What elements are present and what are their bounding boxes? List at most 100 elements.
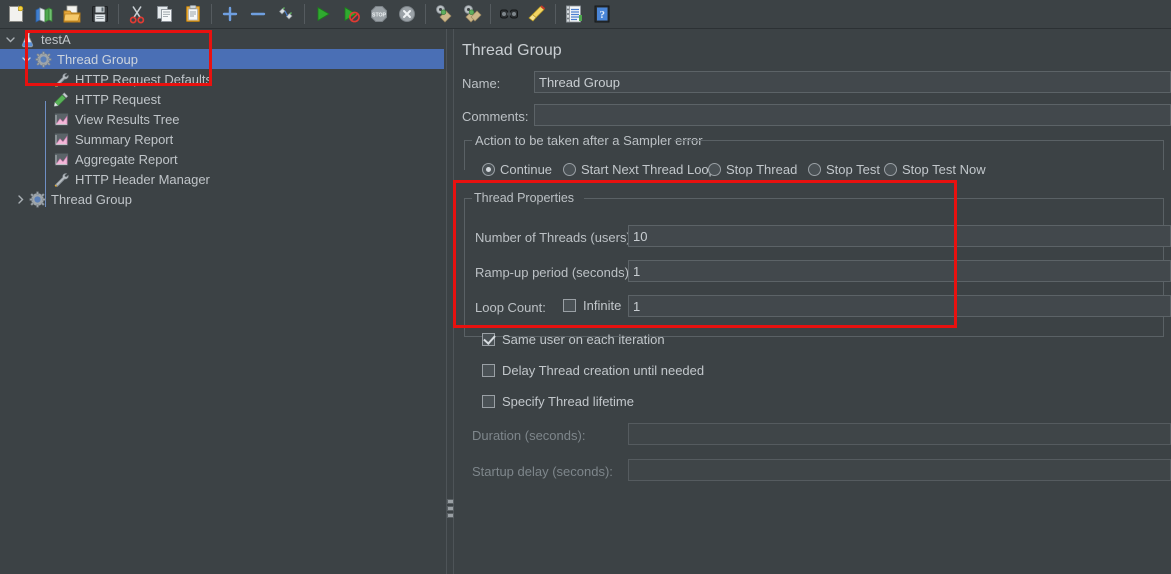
cut-icon[interactable] xyxy=(123,1,151,27)
function-helper-icon[interactable] xyxy=(560,1,588,27)
radio-mark xyxy=(563,163,576,176)
tree-node-http-header-manager[interactable]: HTTP Header Manager xyxy=(0,169,444,189)
help-icon[interactable]: ? xyxy=(588,1,616,27)
number-of-threads-input[interactable] xyxy=(628,225,1171,247)
checkbox-label: Specify Thread lifetime xyxy=(502,394,634,409)
sampler-error-border-left xyxy=(464,140,465,170)
radio-stop-test-now[interactable]: Stop Test Now xyxy=(884,162,986,177)
tree-node-view-results-tree[interactable]: View Results Tree xyxy=(0,109,444,129)
delay-thread-creation-checkbox[interactable]: Delay Thread creation until needed xyxy=(482,363,704,378)
config-element-icon xyxy=(52,70,71,89)
expand-toggle-icon[interactable] xyxy=(18,49,34,69)
tree-node-label: testA xyxy=(41,31,71,47)
start-icon[interactable] xyxy=(309,1,337,27)
test-plan-tree[interactable]: testA Thread Group HTTP Request Defaults… xyxy=(0,29,444,574)
sampler-error-border-right xyxy=(1163,140,1164,170)
test-plan-icon xyxy=(18,30,37,49)
new-icon[interactable] xyxy=(2,1,30,27)
svg-text:STOP: STOP xyxy=(372,12,387,18)
sampler-icon xyxy=(52,90,71,109)
radio-mark xyxy=(482,163,495,176)
loop-count-input[interactable] xyxy=(628,295,1171,317)
tree-node-label: Aggregate Report xyxy=(75,151,178,167)
copy-icon[interactable] xyxy=(151,1,179,27)
ramp-up-period-label: Ramp-up period (seconds): xyxy=(475,265,633,280)
clear-icon[interactable] xyxy=(430,1,458,27)
loop-infinite-checkbox[interactable]: Infinite xyxy=(563,298,621,313)
checkbox-label: Delay Thread creation until needed xyxy=(502,363,705,378)
listener-icon xyxy=(52,150,71,169)
collapse-all-icon[interactable] xyxy=(244,1,272,27)
name-label: Name: xyxy=(462,76,501,91)
checkbox-label: Same user on each iteration xyxy=(502,332,665,347)
check-mark xyxy=(482,364,495,377)
clear-all-icon[interactable] xyxy=(458,1,486,27)
splitter-line-right xyxy=(453,29,454,574)
splitter-line-left xyxy=(446,29,447,574)
radio-start-next-thread-loop[interactable]: Start Next Thread Loop xyxy=(563,162,716,177)
comments-label: Comments: xyxy=(462,109,529,124)
main-toolbar: STOP ? xyxy=(0,0,1171,29)
listener-icon xyxy=(52,110,71,129)
loop-infinite-label: Infinite xyxy=(583,298,622,313)
thread-group-icon xyxy=(34,50,53,69)
radio-label: Stop Test xyxy=(826,162,880,177)
templates-icon[interactable] xyxy=(30,1,58,27)
tree-node-label: Summary Report xyxy=(75,131,174,147)
expand-toggle-icon[interactable] xyxy=(2,29,18,49)
comments-input[interactable] xyxy=(534,104,1171,126)
same-user-on-each-iteration-checkbox[interactable]: Same user on each iteration xyxy=(482,332,665,347)
search-icon[interactable] xyxy=(495,1,523,27)
tree-node-aggregate-report[interactable]: Aggregate Report xyxy=(0,149,444,169)
duration-input[interactable] xyxy=(628,423,1171,445)
specify-thread-lifetime-checkbox[interactable]: Specify Thread lifetime xyxy=(482,394,634,409)
listener-icon xyxy=(52,130,71,149)
panel-splitter[interactable] xyxy=(444,29,456,574)
radio-stop-thread[interactable]: Stop Thread xyxy=(708,162,797,177)
radio-mark xyxy=(708,163,721,176)
tree-node-thread-group-selected[interactable]: Thread Group xyxy=(0,49,444,69)
collapse-toggle-icon[interactable] xyxy=(12,189,28,209)
sampler-error-border-left-stub xyxy=(464,140,472,141)
reset-search-icon[interactable] xyxy=(523,1,551,27)
toolbar-separator xyxy=(555,4,556,24)
check-mark xyxy=(482,395,495,408)
splitter-grip[interactable] xyxy=(447,499,454,520)
loop-count-label: Loop Count: xyxy=(475,300,546,315)
tree-node-label: Thread Group xyxy=(51,191,132,207)
shutdown-icon[interactable] xyxy=(393,1,421,27)
sampler-error-border-top xyxy=(674,140,1163,141)
thread-properties-border-top xyxy=(584,198,1163,199)
toolbar-separator xyxy=(211,4,212,24)
tree-node-label: Thread Group xyxy=(57,51,138,67)
check-mark xyxy=(563,299,576,312)
svg-text:?: ? xyxy=(600,9,606,21)
save-icon[interactable] xyxy=(86,1,114,27)
name-input[interactable] xyxy=(534,71,1171,93)
number-of-threads-label: Number of Threads (users): xyxy=(475,230,635,245)
tree-node-label: HTTP Request Defaults xyxy=(75,71,213,87)
tree-node-test-plan[interactable]: testA xyxy=(0,29,444,49)
radio-continue[interactable]: Continue xyxy=(482,162,552,177)
tree-node-label: HTTP Header Manager xyxy=(75,171,210,187)
config-element-icon xyxy=(52,170,71,189)
tree-node-http-request[interactable]: HTTP Request xyxy=(0,89,444,109)
thread-properties-border-left xyxy=(464,198,465,337)
ramp-up-period-input[interactable] xyxy=(628,260,1171,282)
tree-node-summary-report[interactable]: Summary Report xyxy=(0,129,444,149)
start-no-timers-icon[interactable] xyxy=(337,1,365,27)
check-mark xyxy=(482,333,495,346)
thread-group-icon xyxy=(28,190,47,209)
open-icon[interactable] xyxy=(58,1,86,27)
thread-properties-border-top-stub xyxy=(464,198,472,199)
paste-icon[interactable] xyxy=(179,1,207,27)
toggle-icon[interactable] xyxy=(272,1,300,27)
stop-icon[interactable]: STOP xyxy=(365,1,393,27)
tree-node-http-request-defaults[interactable]: HTTP Request Defaults xyxy=(0,69,444,89)
expand-all-icon[interactable] xyxy=(216,1,244,27)
tree-node-thread-group-2[interactable]: Thread Group xyxy=(0,189,444,209)
startup-delay-input[interactable] xyxy=(628,459,1171,481)
duration-label: Duration (seconds): xyxy=(472,428,586,443)
radio-label: Start Next Thread Loop xyxy=(581,162,716,177)
radio-stop-test[interactable]: Stop Test xyxy=(808,162,880,177)
